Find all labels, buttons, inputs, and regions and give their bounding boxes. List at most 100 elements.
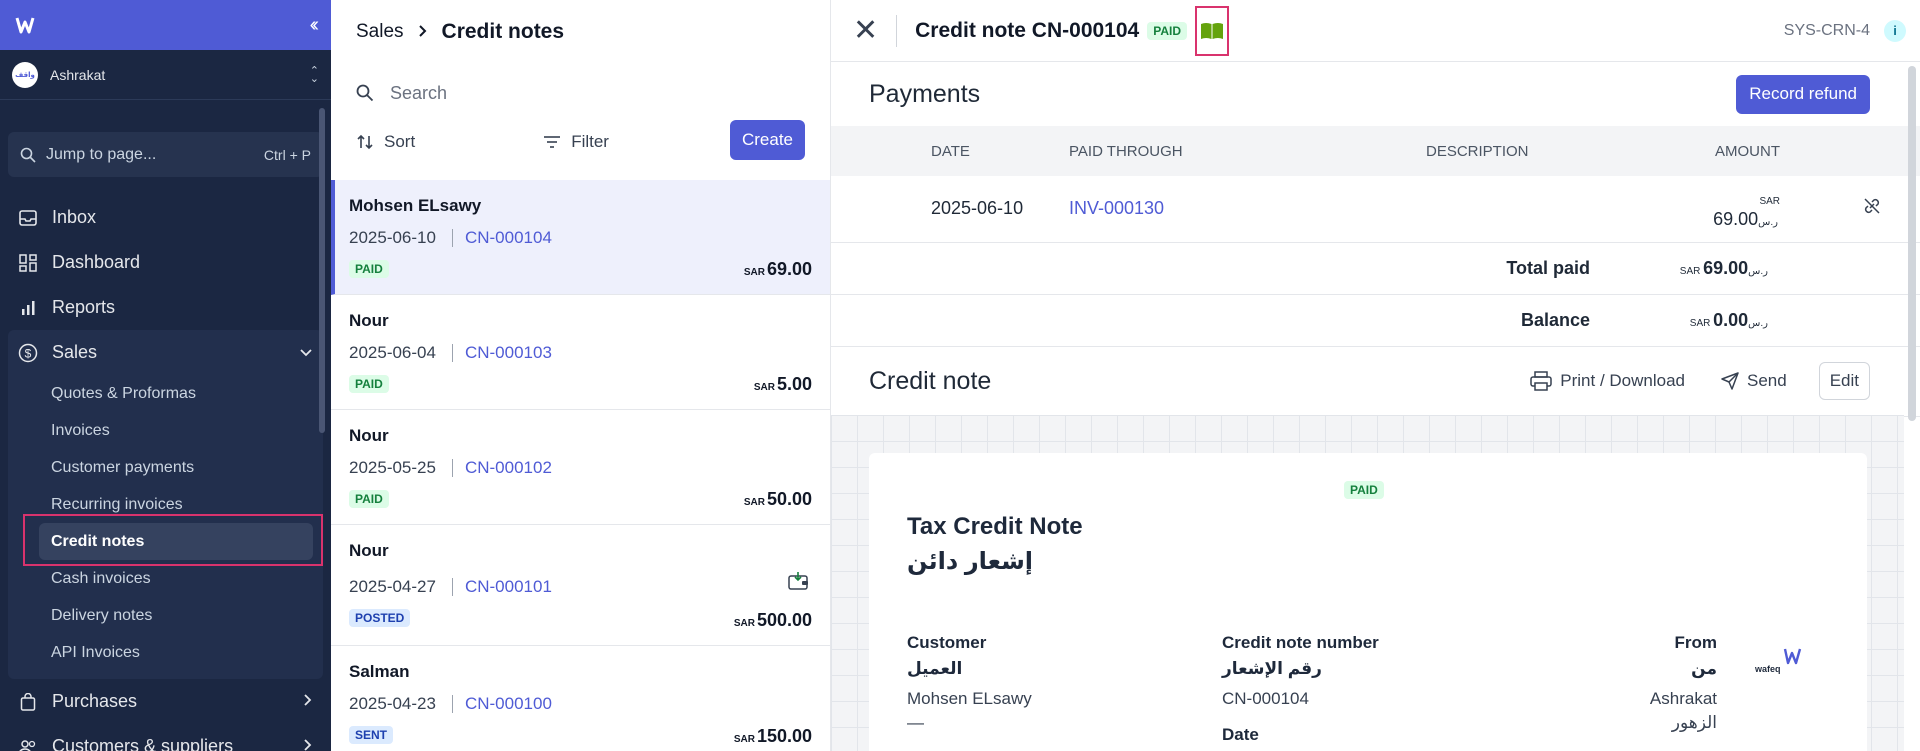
amount-value: 500.00 xyxy=(756,610,812,630)
status-badge: SENT xyxy=(349,726,394,744)
row-number[interactable]: CN-000104 xyxy=(451,229,552,247)
close-icon[interactable]: ✕ xyxy=(853,15,878,46)
print-download-button[interactable]: Print / Download xyxy=(1530,371,1685,391)
customer-value: Mohsen ELsawy xyxy=(907,689,1032,708)
wafeq-logo[interactable] xyxy=(14,12,40,38)
sidebar-item-quotes[interactable]: Quotes & Proformas xyxy=(8,375,323,412)
number-label-arabic: رقم الإشعار xyxy=(1222,659,1322,678)
bag-icon xyxy=(18,692,38,712)
status-badge: POSTED xyxy=(349,609,411,627)
credit-note-actions: Print / Download Send Edit xyxy=(1494,362,1870,400)
org-name: Ashrakat xyxy=(50,66,106,83)
sidebar: ‹‹ واقف Ashrakat ⌃ ⌄ Jump to page... Ctrl… xyxy=(0,0,331,751)
table-header-row: DATE PAID THROUGH DESCRIPTION AMOUNT xyxy=(831,126,1920,176)
filter-button[interactable]: Filter xyxy=(543,132,609,152)
sidebar-item-label: Inbox xyxy=(52,207,97,227)
status-badge: PAID xyxy=(349,490,389,508)
breadcrumb-sales[interactable]: Sales xyxy=(356,21,404,43)
sidebar-item-sales[interactable]: $ Sales xyxy=(8,330,323,375)
divider xyxy=(896,14,898,47)
document-info: Customer العميل Mohsen ELsawy — Credit n… xyxy=(907,633,1829,751)
sidebar-item-customer-payments[interactable]: Customer payments xyxy=(8,449,323,486)
sales-group: $ Sales Quotes & Proformas Invoices Cust… xyxy=(8,330,323,679)
list-item[interactable]: Nour 2025-06-04 CN-000103 PAID SAR 5.00 xyxy=(331,295,830,410)
dashboard-icon xyxy=(18,253,38,273)
row-amount: SAR 5.00 xyxy=(754,374,812,395)
customer-name: Nour xyxy=(349,426,389,445)
detail-scrollbar[interactable] xyxy=(1908,66,1916,421)
column-header: DATE xyxy=(831,126,1069,176)
printer-icon xyxy=(1530,371,1553,391)
status-badge: PAID xyxy=(1147,21,1187,40)
row-number[interactable]: CN-000101 xyxy=(451,578,552,596)
list-item[interactable]: Nour 2025-04-27 CN-000101 POSTED SAR 500.0… xyxy=(331,525,830,646)
row-date: 2025-04-23 xyxy=(349,694,436,713)
svg-text:$: $ xyxy=(25,346,32,360)
wallet-icon xyxy=(788,571,810,596)
sort-label: Sort xyxy=(384,132,416,151)
reports-icon xyxy=(18,298,38,318)
record-refund-button[interactable]: Record refund xyxy=(1736,74,1870,114)
row-amount: SAR 69.00 xyxy=(744,259,812,280)
system-id: SYS-CRN-4 xyxy=(1783,21,1870,39)
list-item[interactable]: Salman 2025-04-23 CN-000100 SENT SAR 150.0… xyxy=(331,646,830,751)
sidebar-item-reports[interactable]: Reports xyxy=(0,285,331,330)
company-logo: wafeq xyxy=(1755,645,1805,674)
search-icon xyxy=(356,84,374,102)
date-label: Date xyxy=(1222,725,1259,744)
row-date: 2025-04-27 xyxy=(349,577,436,596)
search-input[interactable]: Search xyxy=(331,64,830,122)
sidebar-item-invoices[interactable]: Invoices xyxy=(8,412,323,449)
send-button[interactable]: Send xyxy=(1721,371,1787,391)
column-header: PAID THROUGH xyxy=(1069,126,1426,176)
book-icon[interactable] xyxy=(1195,5,1229,56)
unlink-icon[interactable] xyxy=(1810,176,1920,243)
from-value: Ashrakat xyxy=(1649,689,1717,708)
row-number[interactable]: CN-000102 xyxy=(451,459,552,477)
breadcrumb: Sales Credit notes xyxy=(331,0,830,64)
list-item[interactable]: Mohsen ELsawy 2025-06-10 CN-000104 PAID S… xyxy=(331,180,830,295)
jump-to-page[interactable]: Jump to page... Ctrl + P xyxy=(8,132,323,177)
from-label: From xyxy=(1674,633,1718,652)
customer-name: Mohsen ELsawy xyxy=(349,196,482,215)
row-number[interactable]: CN-000103 xyxy=(451,344,552,362)
amount-value: 69.00 xyxy=(1713,208,1759,229)
row-date: 2025-06-04 xyxy=(349,343,436,362)
sidebar-item-dashboard[interactable]: Dashboard xyxy=(0,240,331,285)
sidebar-item-customers-suppliers[interactable]: Customers & suppliers xyxy=(0,724,331,751)
org-switcher[interactable]: واقف Ashrakat ⌃ ⌄ xyxy=(0,50,331,100)
document-preview-area: PAID Tax Credit Note إشعار دائن Customer… xyxy=(831,415,1904,751)
from-extra: الزهور xyxy=(1671,713,1717,732)
inbox-icon xyxy=(18,208,38,228)
collapse-sidebar-icon[interactable]: ‹‹ xyxy=(310,14,320,37)
sidebar-scrollbar[interactable] xyxy=(319,108,325,433)
sidebar-item-label: Sales xyxy=(52,342,98,362)
jump-shortcut: Ctrl + P xyxy=(263,146,311,163)
edit-button[interactable]: Edit xyxy=(1818,362,1870,400)
list-item[interactable]: Nour 2025-05-25 CN-000102 PAID SAR 50.00 xyxy=(331,410,830,525)
credit-note-title: Credit note xyxy=(869,366,992,395)
row-number[interactable]: CN-000100 xyxy=(451,695,552,713)
create-button[interactable]: Create xyxy=(729,120,805,160)
sidebar-item-label: Dashboard xyxy=(52,252,141,272)
search-icon xyxy=(20,147,36,163)
customer-label: Customer xyxy=(907,633,987,652)
row-amount: SAR 50.00 xyxy=(744,489,812,510)
amount-value: 69.00 xyxy=(1703,257,1749,278)
credit-notes-list: Mohsen ELsawy 2025-06-10 CN-000104 PAID S… xyxy=(331,180,830,751)
currency-label: SAR ر.س xyxy=(1758,195,1780,228)
number-value: CN-000104 xyxy=(1222,689,1309,708)
sidebar-item-purchases[interactable]: Purchases xyxy=(0,679,331,724)
customer-name: Nour xyxy=(349,311,389,330)
send-label: Send xyxy=(1747,371,1787,390)
currency-label: SAR xyxy=(733,734,755,745)
paid-through-link[interactable]: INV-000130 xyxy=(1069,176,1426,243)
sort-button[interactable]: Sort xyxy=(356,132,415,152)
sidebar-item-label: Customers & suppliers xyxy=(52,736,234,751)
info-icon[interactable]: i xyxy=(1884,19,1906,42)
amount-value: 0.00 xyxy=(1713,309,1749,330)
sidebar-item-delivery-notes[interactable]: Delivery notes xyxy=(8,597,323,634)
sidebar-item-api-invoices[interactable]: API Invoices xyxy=(8,634,323,671)
chevron-right-icon xyxy=(303,736,313,751)
sidebar-item-inbox[interactable]: Inbox xyxy=(0,195,331,240)
